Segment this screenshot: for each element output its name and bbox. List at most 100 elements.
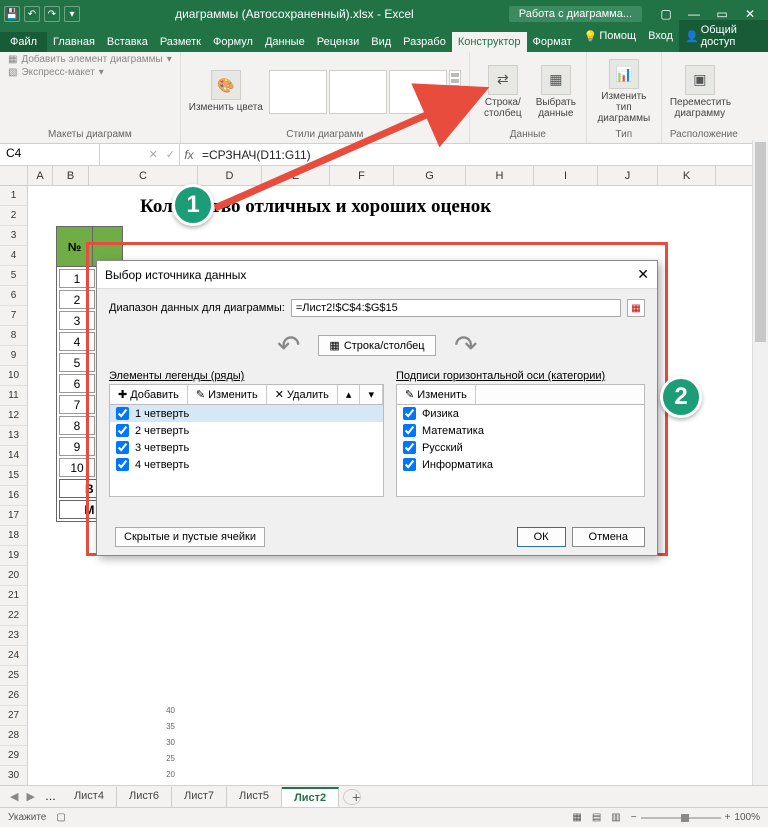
zoom-level[interactable]: 100%	[734, 812, 760, 823]
undo-icon[interactable]: ↶	[24, 6, 40, 22]
column-header[interactable]: B	[53, 166, 89, 185]
ok-button[interactable]: ОК	[517, 527, 566, 547]
ribbon-tab[interactable]: Вставка	[101, 32, 154, 52]
category-item[interactable]: Информатика	[397, 456, 644, 473]
row-header[interactable]: 14	[0, 446, 28, 466]
series-item[interactable]: 3 четверть	[110, 439, 383, 456]
hidden-cells-button[interactable]: Скрытые и пустые ячейки	[115, 527, 265, 547]
row-header[interactable]: 4	[0, 246, 28, 266]
row-header[interactable]: 8	[0, 326, 28, 346]
series-checkbox[interactable]	[116, 458, 129, 471]
column-header[interactable]: H	[466, 166, 534, 185]
accept-formula-icon[interactable]: ✓	[166, 148, 175, 161]
redo-icon[interactable]: ↷	[44, 6, 60, 22]
add-series-button[interactable]: ✚Добавить	[110, 385, 188, 404]
view-page-icon[interactable]: ▤	[592, 812, 601, 823]
view-normal-icon[interactable]: ▦	[572, 812, 581, 823]
row-header[interactable]: 20	[0, 566, 28, 586]
zoom-in-icon[interactable]: +	[725, 812, 731, 823]
row-header[interactable]: 30	[0, 766, 28, 786]
row-header[interactable]: 29	[0, 746, 28, 766]
column-header[interactable]: K	[658, 166, 716, 185]
column-header[interactable]: G	[394, 166, 466, 185]
sheet-tab[interactable]: Лист7	[172, 787, 227, 807]
row-header[interactable]: 25	[0, 666, 28, 686]
series-checkbox[interactable]	[116, 407, 129, 420]
series-item[interactable]: 4 четверть	[110, 456, 383, 473]
row-header[interactable]: 9	[0, 346, 28, 366]
change-colors-button[interactable]: 🎨 Изменить цвета	[189, 70, 263, 113]
ribbon-tab[interactable]: Вид	[365, 32, 397, 52]
column-header[interactable]: C	[89, 166, 198, 185]
style-thumb[interactable]	[329, 70, 387, 114]
range-picker-icon[interactable]: ▦	[627, 299, 645, 317]
cancel-formula-icon[interactable]: ✕	[149, 148, 158, 161]
save-icon[interactable]: 💾	[4, 6, 20, 22]
sheet-tab[interactable]: Лист2	[282, 787, 339, 807]
category-checkbox[interactable]	[403, 441, 416, 454]
sheet-tab[interactable]: Лист4	[62, 787, 117, 807]
sheet-nav-prev-icon[interactable]: ◀	[6, 790, 22, 803]
select-all-corner[interactable]	[0, 166, 28, 185]
ribbon-tab[interactable]: Разметк	[154, 32, 207, 52]
row-header[interactable]: 1	[0, 186, 28, 206]
row-header[interactable]: 6	[0, 286, 28, 306]
row-header[interactable]: 7	[0, 306, 28, 326]
ribbon-tab[interactable]: Разрабо	[397, 32, 452, 52]
row-header[interactable]: 5	[0, 266, 28, 286]
edit-series-button[interactable]: ✎Изменить	[188, 385, 267, 404]
row-header[interactable]: 18	[0, 526, 28, 546]
help-tab[interactable]: 💡Помощ	[578, 20, 642, 52]
ribbon-tab[interactable]: Главная	[47, 32, 101, 52]
fx-button[interactable]: fx	[180, 148, 198, 162]
column-header[interactable]: I	[534, 166, 598, 185]
style-scroll[interactable]	[449, 70, 461, 92]
category-item[interactable]: Русский	[397, 439, 644, 456]
cancel-button[interactable]: Отмена	[572, 527, 645, 547]
row-header[interactable]: 12	[0, 406, 28, 426]
column-header[interactable]: D	[198, 166, 262, 185]
series-checkbox[interactable]	[116, 441, 129, 454]
row-header[interactable]: 24	[0, 646, 28, 666]
select-data-button[interactable]: ▦ Выбрать данные	[534, 65, 578, 119]
row-header[interactable]: 16	[0, 486, 28, 506]
ribbon-tab[interactable]: Данные	[259, 32, 311, 52]
zoom-out-icon[interactable]: −	[631, 812, 637, 823]
series-item[interactable]: 1 четверть	[110, 405, 383, 422]
share-tab[interactable]: 👤Общий доступ	[679, 20, 768, 52]
row-header[interactable]: 3	[0, 226, 28, 246]
row-header[interactable]: 21	[0, 586, 28, 606]
row-header[interactable]: 13	[0, 426, 28, 446]
switch-row-column-button[interactable]: ⇄ Строка/столбец	[478, 65, 528, 119]
file-tab[interactable]: Файл	[0, 32, 47, 52]
row-header[interactable]: 17	[0, 506, 28, 526]
name-box[interactable]: C4	[0, 144, 100, 165]
move-chart-button[interactable]: ▣ Переместить диаграмму	[670, 65, 730, 119]
categories-list[interactable]: Физика Математика Русский Информатика	[396, 405, 645, 497]
category-checkbox[interactable]	[403, 458, 416, 471]
ribbon-tab[interactable]: Формат	[527, 32, 578, 52]
zoom-slider[interactable]	[641, 817, 721, 819]
qat-dropdown-icon[interactable]: ▾	[64, 6, 80, 22]
series-item[interactable]: 2 четверть	[110, 422, 383, 439]
column-header[interactable]: F	[330, 166, 394, 185]
row-header[interactable]: 27	[0, 706, 28, 726]
formula-input[interactable]: =СРЗНАЧ(D11:G11)	[198, 148, 768, 162]
series-checkbox[interactable]	[116, 424, 129, 437]
category-item[interactable]: Физика	[397, 405, 644, 422]
row-header[interactable]: 26	[0, 686, 28, 706]
column-header[interactable]: E	[262, 166, 330, 185]
macro-record-icon[interactable]: ▢	[56, 812, 65, 823]
new-sheet-button[interactable]: +	[343, 789, 361, 805]
row-header[interactable]: 19	[0, 546, 28, 566]
row-header[interactable]: 28	[0, 726, 28, 746]
row-header[interactable]: 23	[0, 626, 28, 646]
ribbon-tab[interactable]: Конструктор	[452, 32, 527, 52]
add-chart-element-button[interactable]: ▦Добавить элемент диаграммы▾	[8, 54, 172, 65]
category-item[interactable]: Математика	[397, 422, 644, 439]
signin-tab[interactable]: Вход	[642, 20, 679, 52]
chart-range-input[interactable]	[291, 299, 621, 317]
delete-series-button[interactable]: ✕Удалить	[267, 385, 338, 404]
ribbon-tab[interactable]: Рецензи	[311, 32, 366, 52]
move-down-button[interactable]: ▾	[360, 385, 383, 404]
